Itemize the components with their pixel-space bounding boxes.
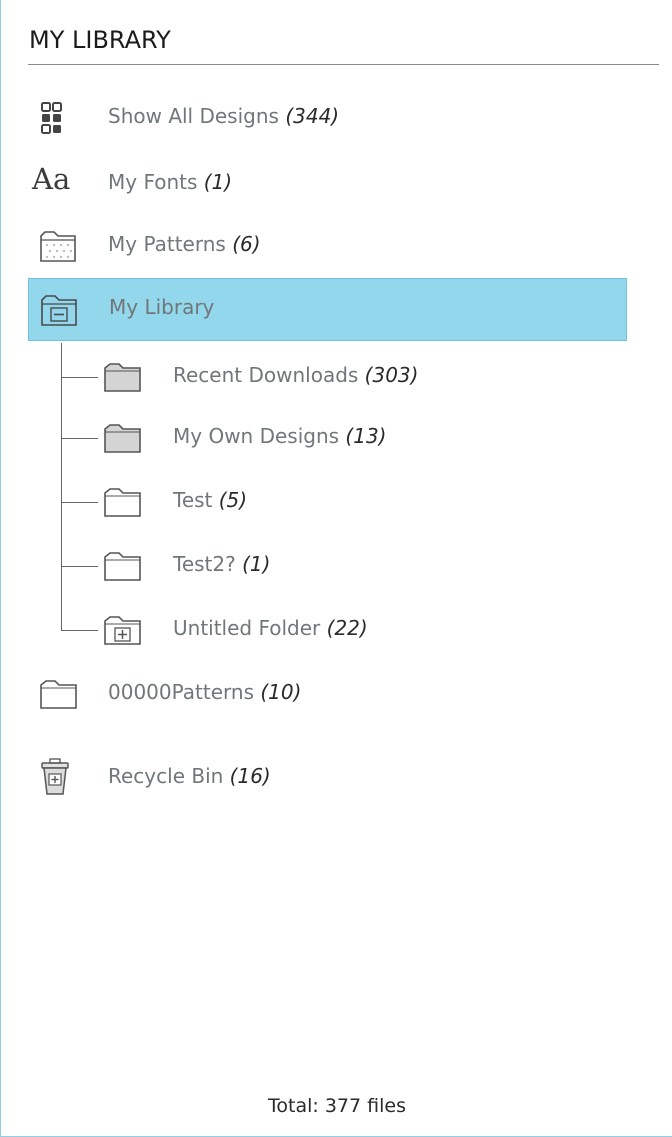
item-label: My Patterns bbox=[108, 232, 226, 256]
item-count: (344) bbox=[285, 104, 340, 128]
item-count: (22) bbox=[326, 616, 368, 640]
panel-title: MY LIBRARY bbox=[29, 26, 171, 54]
tree-branch bbox=[61, 502, 98, 503]
item-label: My Library bbox=[109, 295, 215, 319]
item-label: My Own Designs bbox=[173, 424, 340, 448]
00000patterns-folder-item[interactable]: 00000Patterns (10) bbox=[28, 664, 628, 724]
test-folder-item[interactable]: Test (5) bbox=[98, 472, 618, 532]
tree-branch bbox=[61, 630, 98, 631]
recycle-bin-icon bbox=[40, 757, 76, 795]
recycle-bin-item[interactable]: Recycle Bin (16) bbox=[28, 748, 628, 808]
item-count: (1) bbox=[203, 170, 233, 194]
item-label: Test bbox=[173, 488, 213, 512]
item-label: My Fonts bbox=[108, 170, 198, 194]
my-library-item[interactable]: My Library bbox=[28, 278, 627, 341]
folder-collapse-icon[interactable] bbox=[39, 292, 77, 326]
test2-folder-item[interactable]: Test2? (1) bbox=[98, 536, 618, 596]
pattern-folder-icon bbox=[38, 228, 76, 262]
item-label: 00000Patterns bbox=[108, 680, 254, 704]
untitled-folder-item[interactable]: Untitled Folder (22) bbox=[98, 600, 618, 660]
folder-icon bbox=[102, 485, 141, 519]
font-icon: Aa bbox=[32, 162, 88, 196]
item-count: (10) bbox=[260, 680, 302, 704]
my-patterns-item[interactable]: My Patterns (6) bbox=[28, 216, 628, 276]
item-label: Show All Designs bbox=[108, 104, 279, 128]
item-label: Recent Downloads bbox=[173, 363, 359, 387]
tree-line bbox=[61, 343, 62, 630]
folder-expand-icon[interactable] bbox=[102, 613, 141, 647]
item-count: (5) bbox=[218, 488, 248, 512]
item-count: (13) bbox=[345, 424, 387, 448]
folder-filled-icon bbox=[102, 421, 141, 455]
library-panel: MY LIBRARY Show All Designs (344) Aa My … bbox=[0, 0, 672, 1137]
item-label: Test2? bbox=[173, 552, 236, 576]
font-icon-text: Aa bbox=[32, 162, 71, 196]
title-divider bbox=[28, 64, 659, 65]
grid-icon bbox=[40, 101, 76, 135]
folder-filled-icon bbox=[102, 360, 141, 394]
item-label: Recycle Bin bbox=[108, 764, 224, 788]
item-count: (6) bbox=[232, 232, 261, 256]
folder-icon bbox=[102, 549, 141, 583]
my-fonts-item[interactable]: Aa My Fonts (1) bbox=[28, 154, 628, 214]
my-own-designs-item[interactable]: My Own Designs (13) bbox=[98, 408, 618, 468]
item-count: (303) bbox=[364, 363, 419, 387]
recent-downloads-item[interactable]: Recent Downloads (303) bbox=[98, 347, 618, 407]
folder-icon bbox=[38, 677, 77, 711]
tree-branch bbox=[61, 438, 98, 439]
item-label: Untitled Folder bbox=[173, 616, 321, 640]
item-count: (16) bbox=[229, 764, 271, 788]
item-count: (1) bbox=[242, 552, 271, 576]
tree-branch bbox=[61, 566, 98, 567]
tree-branch bbox=[61, 377, 98, 378]
show-all-designs-item[interactable]: Show All Designs (344) bbox=[28, 88, 628, 148]
total-files-status: Total: 377 files bbox=[268, 1095, 406, 1117]
